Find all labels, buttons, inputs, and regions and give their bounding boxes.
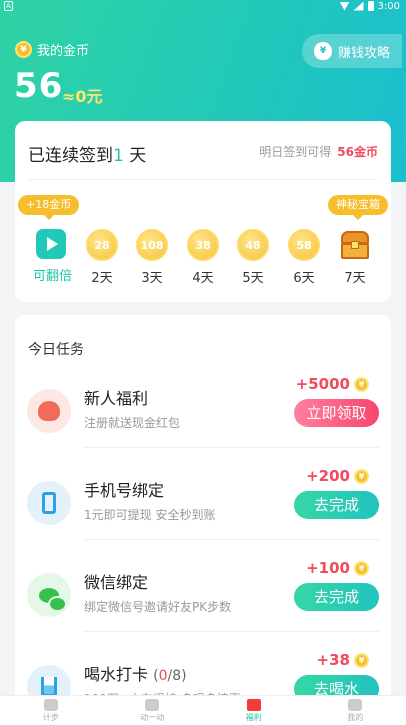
phone-icon (27, 481, 71, 525)
checkin-card: 已连续签到1 天 明日签到可得 56金币 +18金币 神秘宝箱 可翻倍 28 2天… (15, 121, 391, 302)
daily-tasks-card: 今日任务 新人福利 注册就送现金红包 +5000 ¥ 立即领取 手机号绑定 1元… (15, 315, 391, 715)
tab-steps[interactable]: 计步 (0, 696, 102, 725)
claim-now-button[interactable]: 立即领取 (294, 399, 379, 427)
task-name: 喝水打卡 (0/8) (84, 665, 187, 684)
coin-badge: 38 (187, 229, 219, 261)
tab-welfare[interactable]: 福利 (203, 696, 305, 725)
wechat-icon (27, 573, 71, 617)
status-time: 3:00 (377, 0, 400, 12)
profile-icon (348, 698, 363, 711)
task-reward: +5000 ¥ (296, 375, 369, 393)
task-description: 注册就送现金红包 (84, 416, 181, 430)
task-reward: +38 ¥ (317, 651, 369, 669)
wifi-icon (339, 1, 350, 11)
shoe-icon (43, 698, 58, 711)
checkin-day-2[interactable]: 28 2天 (84, 229, 120, 286)
checkin-day-label: 3天 (141, 271, 163, 286)
bottom-tab-bar: 计步 动一动 福利 我的 (0, 695, 406, 725)
tab-exercise[interactable]: 动一动 (102, 696, 204, 725)
earn-guide-button[interactable]: ¥ 赚钱攻略 (302, 34, 402, 68)
checkin-day-label: 5天 (242, 271, 264, 286)
battery-icon (367, 1, 374, 11)
double-bonus-tag: +18金币 (18, 195, 80, 220)
checkin-day-label: 可翻倍 (33, 269, 73, 284)
task-name: 手机号绑定 (84, 481, 165, 500)
task-reward: +200 ¥ (306, 467, 369, 485)
checkin-day-label: 7天 (344, 271, 366, 286)
task-name: 微信绑定 (84, 573, 149, 592)
checkin-streak-title: 已连续签到1 天 (28, 146, 147, 166)
red-packet-icon (246, 698, 261, 711)
coin-icon: ¥ (354, 376, 369, 392)
my-coins-label: 我的金币 (37, 44, 90, 59)
earn-guide-label: 赚钱攻略 (338, 45, 391, 61)
coin-icon: ¥ (354, 652, 369, 668)
money-bag-icon: ¥ (314, 42, 332, 60)
coin-balance-rmb: ≈0元 (62, 87, 103, 106)
checkin-tomorrow-reward: 56金币 (337, 145, 378, 159)
task-progress: (0/8) (153, 668, 187, 684)
task-row: 新人福利 注册就送现金红包 +5000 ¥ 立即领取 (15, 375, 391, 467)
checkin-day-7[interactable]: 7天 (337, 229, 373, 286)
task-description: 1元即可提现 安全秒到账 (84, 508, 216, 522)
task-row: 微信绑定 绑定微信号邀请好友PK步数 +100 ¥ 去完成 (15, 559, 391, 651)
checkin-day-label: 2天 (91, 271, 113, 286)
coin-icon: ¥ (15, 41, 32, 58)
checkin-day-3[interactable]: 108 3天 (134, 229, 170, 286)
my-coins-label-row: ¥ 我的金币 (15, 40, 89, 59)
gift-icon (27, 389, 71, 433)
running-icon (145, 698, 160, 711)
checkin-day-1[interactable]: 可翻倍 (33, 229, 73, 284)
notification-icon: A (4, 1, 13, 11)
mystery-chest-tag: 神秘宝箱 (328, 195, 388, 220)
coin-badge: 58 (288, 229, 320, 261)
treasure-chest-icon (338, 229, 372, 261)
status-bar: A 3:00 (0, 0, 406, 14)
task-name: 新人福利 (84, 389, 149, 408)
task-row: 手机号绑定 1元即可提现 安全秒到账 +200 ¥ 去完成 (15, 467, 391, 559)
play-video-icon (36, 229, 66, 259)
checkin-day-4[interactable]: 38 4天 (185, 229, 221, 286)
coin-badge: 28 (86, 229, 118, 261)
checkin-tomorrow-hint: 明日签到可得 56金币 (259, 145, 378, 159)
bind-wechat-button[interactable]: 去完成 (294, 583, 379, 611)
checkin-day-label: 6天 (293, 271, 315, 286)
checkin-streak-count: 1 (113, 146, 124, 166)
coin-balance: 56 (14, 66, 64, 106)
divider (84, 631, 379, 632)
checkin-day-6[interactable]: 58 6天 (286, 229, 322, 286)
coin-badge: 108 (136, 229, 168, 261)
tab-profile[interactable]: 我的 (305, 696, 406, 725)
coin-badge: 48 (237, 229, 269, 261)
divider (84, 539, 379, 540)
signal-icon (353, 1, 364, 11)
task-reward: +100 ¥ (306, 559, 369, 577)
task-description: 绑定微信号邀请好友PK步数 (84, 600, 232, 614)
checkin-day-label: 4天 (192, 271, 214, 286)
divider (28, 179, 378, 180)
daily-tasks-title: 今日任务 (28, 342, 84, 358)
coin-icon: ¥ (354, 468, 369, 484)
coin-icon: ¥ (354, 560, 369, 576)
divider (84, 447, 379, 448)
checkin-day-5[interactable]: 48 5天 (235, 229, 271, 286)
bind-phone-button[interactable]: 去完成 (294, 491, 379, 519)
